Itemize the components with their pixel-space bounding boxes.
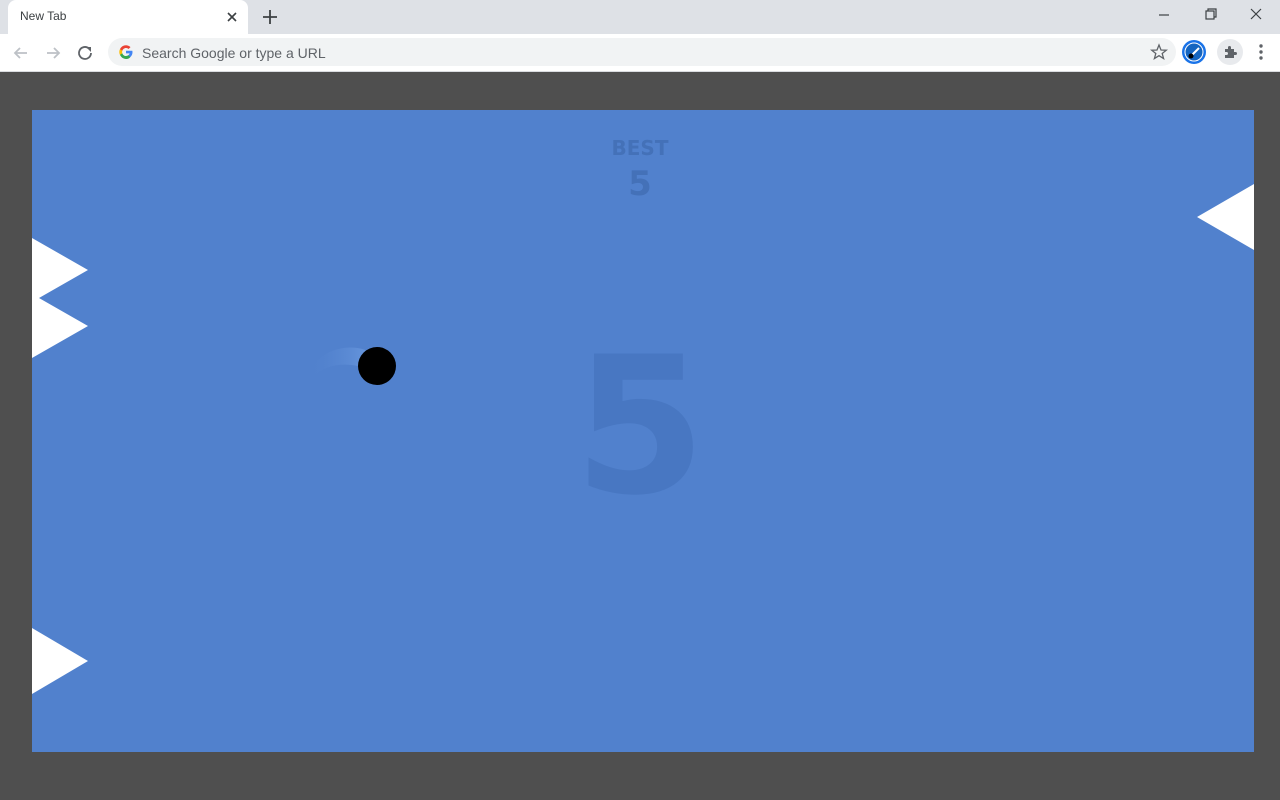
spike-left-1 <box>32 238 88 302</box>
tab-title: New Tab <box>20 9 67 23</box>
minimize-icon[interactable] <box>1152 5 1176 25</box>
address-bar[interactable]: Search Google or type a URL <box>108 38 1176 66</box>
browser-toolbar: Search Google or type a URL <box>0 34 1280 72</box>
extension-game-icon[interactable] <box>1181 39 1207 65</box>
tab-new-tab[interactable]: New Tab <box>8 0 248 34</box>
spike-left-3 <box>32 628 88 694</box>
bookmark-star-icon[interactable] <box>1150 43 1168 61</box>
extensions-puzzle-icon[interactable] <box>1217 39 1243 65</box>
player-ball <box>358 347 396 385</box>
spike-right-1 <box>1197 184 1254 250</box>
best-label: BEST <box>611 136 669 160</box>
current-score: 5 <box>573 316 707 537</box>
close-window-icon[interactable] <box>1244 5 1268 25</box>
game-canvas[interactable]: BEST 5 5 <box>32 110 1254 752</box>
reload-icon[interactable] <box>74 42 96 64</box>
close-icon[interactable] <box>224 9 240 25</box>
menu-kebab-icon[interactable] <box>1248 39 1274 65</box>
search-input[interactable]: Search Google or type a URL <box>142 45 326 61</box>
new-tab-button[interactable] <box>260 7 280 27</box>
tab-strip: New Tab <box>0 0 1280 34</box>
page-viewport: BEST 5 5 <box>0 72 1280 800</box>
google-icon <box>119 45 133 59</box>
spike-left-2 <box>32 294 88 358</box>
best-score: 5 <box>628 164 652 204</box>
restore-icon[interactable] <box>1198 5 1222 25</box>
forward-icon[interactable] <box>42 42 64 64</box>
back-icon[interactable] <box>10 42 32 64</box>
